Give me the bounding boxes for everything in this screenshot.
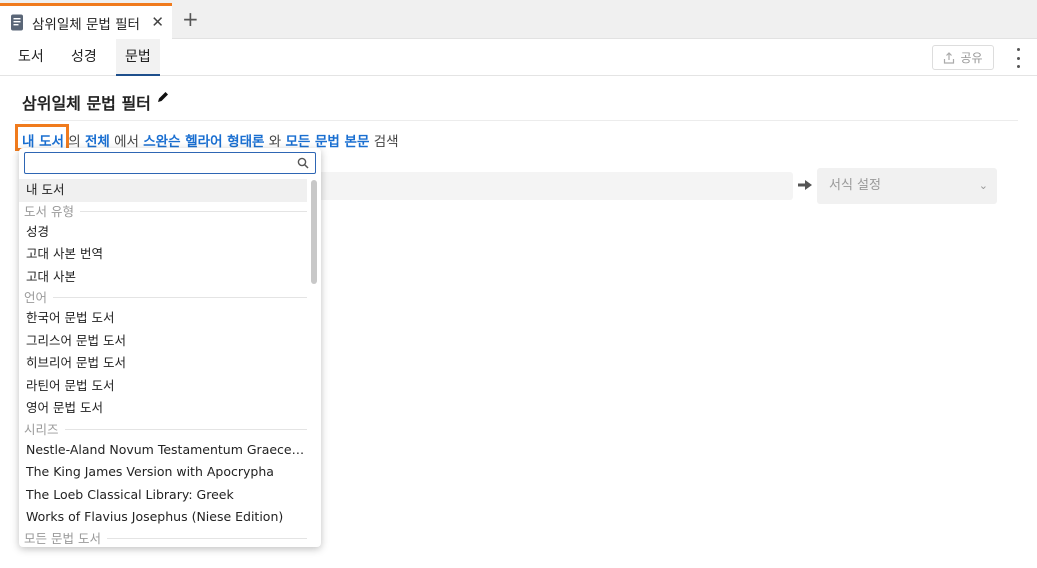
- dropdown-item[interactable]: The King James Version with Apocrypha: [19, 461, 307, 484]
- tab-books[interactable]: 도서: [9, 39, 53, 76]
- page-title[interactable]: 삼위일체 문법 필터: [22, 90, 151, 114]
- share-icon: [944, 51, 955, 64]
- dropdown-group-label: 언어: [24, 290, 48, 305]
- close-tab-icon[interactable]: ✕: [151, 13, 164, 31]
- query-sentence: 내 도서 의 전체 에서 스완슨 헬라어 형태론 와 모든 문법 본문 검색: [22, 130, 399, 150]
- dropdown-item[interactable]: 라틴어 문법 도서: [19, 375, 307, 398]
- dropdown-group-divider: [53, 297, 307, 298]
- tab-strip: 삼위일체 문법 필터 ✕ +: [0, 0, 1037, 39]
- dropdown-group-label: 도서 유형: [24, 203, 74, 219]
- dropdown-search-input[interactable]: [29, 154, 289, 174]
- dropdown-item[interactable]: 성경: [19, 221, 307, 244]
- new-tab-icon[interactable]: +: [182, 9, 199, 29]
- dropdown-scrollbar[interactable]: [311, 180, 317, 284]
- share-button[interactable]: 공유: [932, 45, 994, 70]
- sub-tab-bar: 도서 성경 문법 공유: [0, 39, 1037, 76]
- share-button-label: 공유: [960, 51, 983, 65]
- document-tab[interactable]: 삼위일체 문법 필터 ✕: [0, 3, 172, 39]
- format-settings-label: 서식 설정: [829, 178, 881, 193]
- arrow-right-icon: [798, 180, 812, 190]
- dropdown-item[interactable]: 영어 문법 도서: [19, 397, 307, 420]
- dropdown-group-divider: [106, 537, 307, 539]
- query-text-4: 검색: [373, 134, 399, 150]
- document-icon: [11, 14, 23, 31]
- tab-grammar[interactable]: 문법: [116, 39, 160, 76]
- pencil-icon[interactable]: [156, 90, 170, 104]
- search-icon: [297, 157, 309, 169]
- document-tab-title: 삼위일체 문법 필터: [32, 16, 140, 33]
- dropdown-item[interactable]: Works of Flavius Josephus (Niese Edition…: [19, 506, 307, 529]
- dropdown-item[interactable]: 한국어 문법 도서: [19, 307, 307, 330]
- dropdown-group-header: 언어: [19, 288, 307, 307]
- format-settings-select[interactable]: 서식 설정 ⌄: [817, 168, 997, 204]
- dropdown-item[interactable]: The Loeb Classical Library: Greek: [19, 484, 307, 507]
- tab-bible[interactable]: 성경: [62, 39, 106, 76]
- library-dropdown: 내 도서 도서 유형성경 고대 사본 번역 고대 사본 언어한국어 문법 도서 그리스어 …: [19, 148, 321, 547]
- library-highlight-box: [15, 124, 69, 151]
- dropdown-item[interactable]: 그리스어 문법 도서: [19, 330, 307, 353]
- query-input-area[interactable]: [310, 172, 793, 200]
- dropdown-group-divider: [64, 428, 307, 430]
- chevron-down-icon: ⌄: [978, 179, 988, 192]
- dropdown-group-divider: [79, 210, 307, 212]
- more-options-icon[interactable]: [1011, 48, 1025, 68]
- dropdown-search[interactable]: [24, 152, 316, 174]
- dropdown-group-label: 시리즈: [24, 421, 59, 437]
- dropdown-item[interactable]: Nestle-Aland Novum Testamentum Graece, 2…: [19, 439, 307, 462]
- dropdown-group-header: 도서 유형: [19, 202, 307, 221]
- dropdown-item[interactable]: 내 도서: [19, 179, 307, 202]
- dropdown-group-header: 모든 문법 도서: [19, 529, 307, 548]
- dropdown-list: 내 도서 도서 유형성경 고대 사본 번역 고대 사본 언어한국어 문법 도서 그리스어 …: [19, 179, 311, 547]
- title-divider: [22, 120, 1018, 121]
- dropdown-group-header: 시리즈: [19, 420, 307, 439]
- dropdown-group-label: 모든 문법 도서: [24, 530, 101, 546]
- dropdown-item[interactable]: 히브리어 문법 도서: [19, 352, 307, 375]
- dropdown-item[interactable]: 고대 사본: [19, 266, 307, 289]
- dropdown-item[interactable]: 고대 사본 번역: [19, 243, 307, 266]
